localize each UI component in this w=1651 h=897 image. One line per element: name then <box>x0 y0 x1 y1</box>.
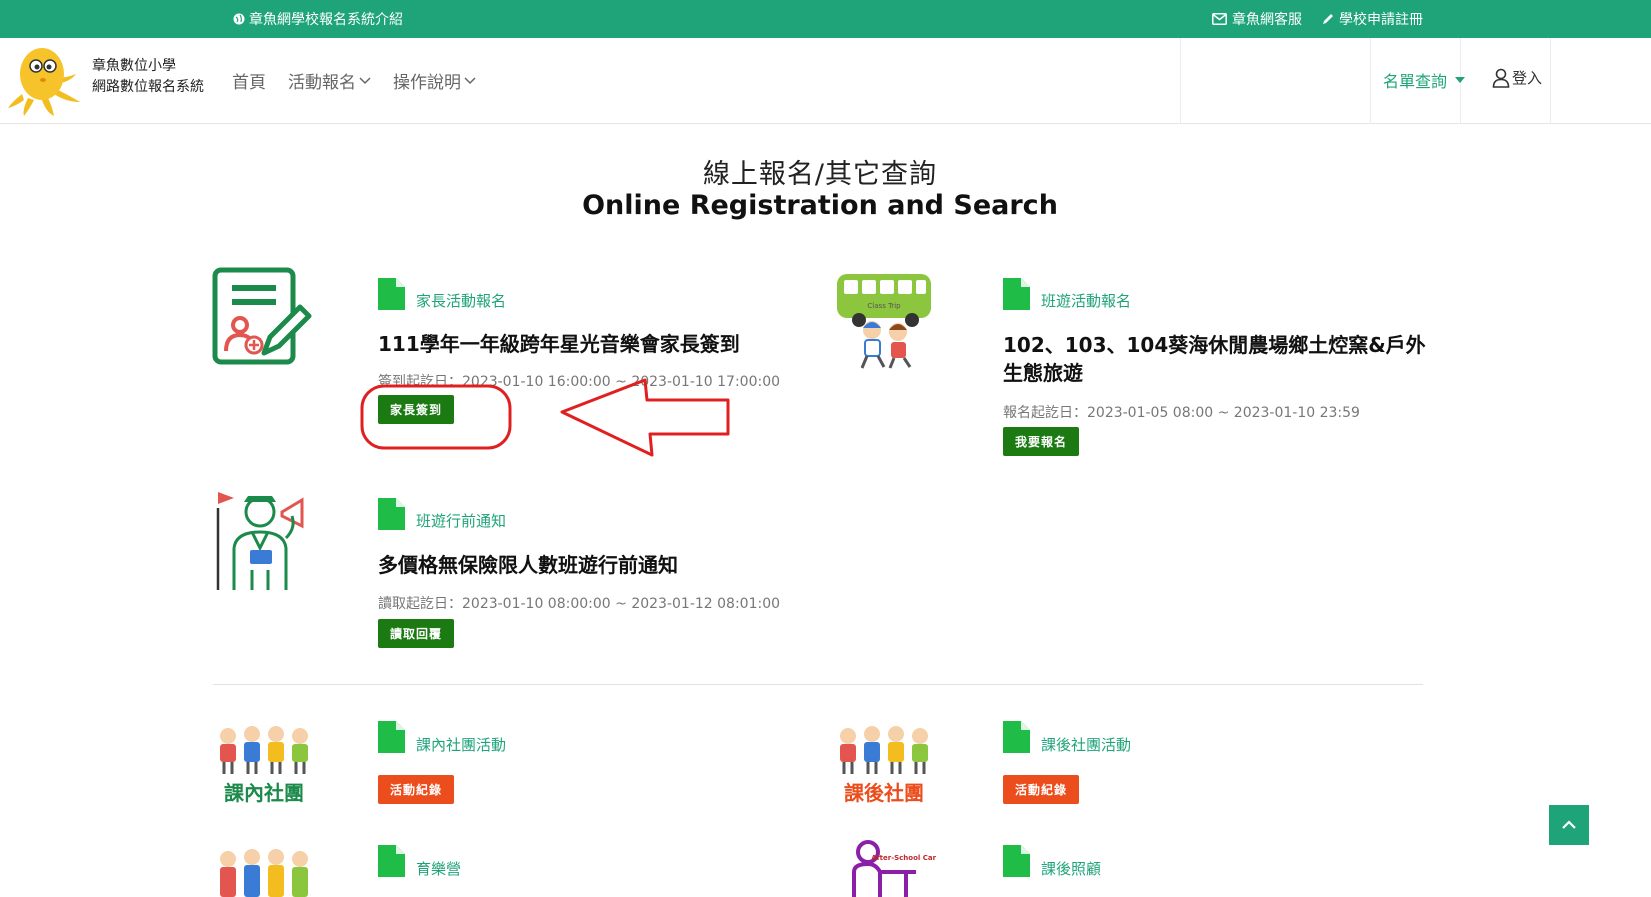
document-icon <box>378 498 405 530</box>
tour-guide-icon <box>216 492 304 590</box>
top-bar: 章魚網學校報名系統介紹 章魚網客服 學校申請註冊 <box>0 0 1651 38</box>
customer-service-link[interactable]: 章魚網客服 <box>1212 9 1302 29</box>
nav-activities-label: 活動報名 <box>288 73 356 93</box>
event-title[interactable]: 多價格無保險限人數班遊行前通知 <box>378 551 878 579</box>
club-icon-label: 課後社團 <box>844 781 924 804</box>
chevron-down-icon <box>359 76 371 84</box>
chevron-down-icon <box>464 76 476 84</box>
brand-name: 章魚數位小學 網路數位報名系統 <box>92 56 204 98</box>
header-separator <box>1370 38 1371 124</box>
after-school-care-icon: After-School Care <box>852 840 936 897</box>
activity-record-button[interactable]: 活動紀錄 <box>378 775 455 804</box>
document-icon <box>1003 845 1030 877</box>
care-icon-label: After-School Care <box>871 854 936 862</box>
kids-group-icon: 課後社團 <box>840 726 928 804</box>
envelope-icon <box>1212 13 1227 25</box>
category-label[interactable]: 育樂營 <box>416 858 461 879</box>
page-title-en: Online Registration and Search <box>582 190 1058 221</box>
nav-guide[interactable]: 操作說明 <box>393 68 476 93</box>
login-label: 登入 <box>1512 69 1543 87</box>
customer-service-label: 章魚網客服 <box>1232 12 1302 28</box>
event-date-range: 簽到起訖日：2023-01-10 16:00:00 ~ 2023-01-10 1… <box>378 374 781 390</box>
read-reply-button[interactable]: 讀取回覆 <box>378 619 455 648</box>
category-label[interactable]: 家長活動報名 <box>416 290 506 311</box>
category-label[interactable]: 課後社團活動 <box>1041 734 1131 755</box>
list-lookup-dropdown[interactable]: 名單查詢 <box>1383 68 1466 92</box>
event-date-range: 讀取起訖日：2023-01-10 08:00:00 ~ 2023-01-12 0… <box>378 596 781 612</box>
document-icon <box>378 278 405 310</box>
system-name: 網路數位報名系統 <box>92 79 204 95</box>
header-separator <box>1550 38 1551 124</box>
caret-down-icon <box>1455 77 1466 83</box>
user-icon <box>1492 68 1510 88</box>
club-icon-label: 課內社團 <box>224 781 304 804</box>
kids-group-icon <box>220 849 308 897</box>
event-title[interactable]: 102、103、104葵海休閒農場鄉土焢窯&戶外生態旅遊 <box>1003 331 1433 387</box>
category-label[interactable]: 課內社團活動 <box>416 734 506 755</box>
nav-guide-label: 操作說明 <box>393 73 461 93</box>
system-intro-link[interactable]: 章魚網學校報名系統介紹 <box>233 9 403 29</box>
register-button[interactable]: 我要報名 <box>1003 427 1080 456</box>
document-icon <box>1003 278 1030 310</box>
document-icon <box>1003 721 1030 753</box>
pencil-icon <box>1323 14 1333 24</box>
school-name: 章魚數位小學 <box>92 58 176 74</box>
octopus-logo-icon[interactable] <box>6 44 82 118</box>
login-button[interactable]: 登入 <box>1492 67 1542 88</box>
globe-icon <box>233 13 245 25</box>
chevron-up-icon <box>1562 820 1576 829</box>
activity-record-button[interactable]: 活動紀錄 <box>1003 775 1080 804</box>
event-date-range: 報名起訖日：2023-01-05 08:00 ~ 2023-01-10 23:5… <box>1003 405 1360 421</box>
document-icon <box>378 721 405 753</box>
school-register-link[interactable]: 學校申請註冊 <box>1322 9 1423 29</box>
registration-form-icon <box>212 267 312 365</box>
back-to-top-button[interactable] <box>1549 805 1589 845</box>
parent-signin-button[interactable]: 家長簽到 <box>378 395 455 424</box>
nav-activities[interactable]: 活動報名 <box>288 68 371 93</box>
nav-home[interactable]: 首頁 <box>232 68 266 93</box>
category-label[interactable]: 課後照顧 <box>1041 858 1101 879</box>
class-trip-bus-icon: Class Trip <box>837 274 931 369</box>
document-icon <box>378 845 405 877</box>
header: 章魚數位小學 網路數位報名系統 首頁 活動報名 操作說明 名單查詢 登入 <box>0 38 1651 124</box>
category-label[interactable]: 班遊行前通知 <box>416 510 506 531</box>
system-intro-label: 章魚網學校報名系統介紹 <box>249 12 403 28</box>
nav-home-label: 首頁 <box>232 73 266 93</box>
category-label[interactable]: 班遊活動報名 <box>1041 290 1131 311</box>
header-separator <box>1180 38 1181 124</box>
kids-group-icon: 課內社團 <box>220 726 308 804</box>
page-title-zh: 線上報名/其它查詢 <box>702 159 938 190</box>
section-divider <box>213 684 1423 685</box>
list-lookup-label: 名單查詢 <box>1383 72 1448 91</box>
bus-label: Class Trip <box>867 302 901 310</box>
event-title[interactable]: 111學年一年級跨年星光音樂會家長簽到 <box>378 330 798 358</box>
school-register-label: 學校申請註冊 <box>1339 12 1423 28</box>
main-nav: 首頁 活動報名 操作說明 <box>232 68 476 93</box>
